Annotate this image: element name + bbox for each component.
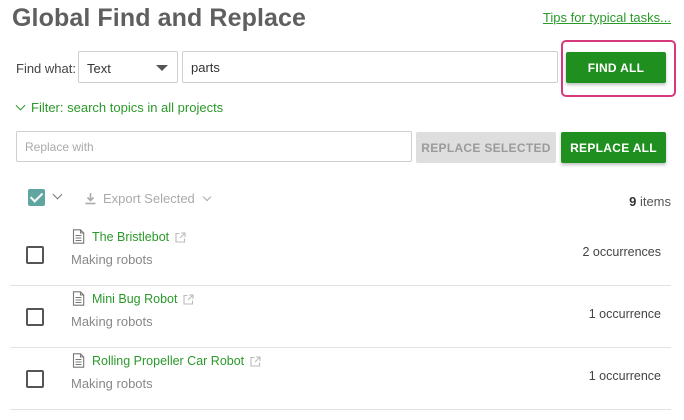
external-link-icon xyxy=(250,355,261,367)
caret-down-icon xyxy=(156,65,168,71)
document-icon xyxy=(72,229,85,244)
occurrence-count: 1 occurrence xyxy=(588,307,661,321)
items-count: 9 items xyxy=(629,194,671,209)
project-name: Making robots xyxy=(71,376,153,391)
filter-toggle[interactable]: Filter: search topics in all projects xyxy=(15,100,224,115)
external-link-icon xyxy=(183,293,195,305)
find-all-button[interactable]: FIND ALL xyxy=(566,52,666,83)
project-name: Making robots xyxy=(71,252,153,267)
tips-link[interactable]: Tips for typical tasks... xyxy=(543,10,671,25)
export-selected-label: Export Selected xyxy=(103,191,195,206)
find-input[interactable] xyxy=(182,51,558,83)
topic-link[interactable]: Rolling Propeller Car Robot xyxy=(92,354,261,368)
filter-label: Filter: search topics in all projects xyxy=(31,100,224,115)
project-name: Making robots xyxy=(71,314,153,329)
topic-title: Rolling Propeller Car Robot xyxy=(92,354,245,368)
table-row: Rolling Propeller Car Robot Making robot… xyxy=(10,348,671,410)
search-type-value: Text xyxy=(87,61,111,76)
topic-title: The Bristlebot xyxy=(92,230,170,244)
chevron-down-icon xyxy=(15,100,26,111)
row-checkbox[interactable] xyxy=(26,246,44,264)
row-checkbox[interactable] xyxy=(26,308,44,326)
table-row: The Bristlebot Making robots 2 occurrenc… xyxy=(10,224,671,286)
select-all-checkbox[interactable] xyxy=(28,189,45,206)
topic-title: Mini Bug Robot xyxy=(92,292,178,306)
items-count-suffix: items xyxy=(636,194,671,209)
search-type-select[interactable]: Text xyxy=(78,51,178,83)
document-icon xyxy=(72,291,85,306)
chevron-down-icon xyxy=(202,192,212,201)
occurrence-count: 2 occurrences xyxy=(582,245,661,259)
external-link-icon xyxy=(175,231,186,243)
row-checkbox[interactable] xyxy=(26,370,44,388)
topic-link[interactable]: The Bristlebot xyxy=(92,230,186,244)
occurrence-count: 1 occurrence xyxy=(588,369,661,383)
document-icon xyxy=(72,353,85,368)
replace-input[interactable] xyxy=(16,131,412,162)
replace-selected-button[interactable]: REPLACE SELECTED xyxy=(416,132,556,163)
page-title: Global Find and Replace xyxy=(12,4,307,32)
export-selected-button[interactable]: Export Selected xyxy=(84,191,212,206)
select-menu-chevron-icon[interactable] xyxy=(52,189,63,200)
replace-all-button[interactable]: REPLACE ALL xyxy=(561,132,666,163)
topic-link[interactable]: Mini Bug Robot xyxy=(92,292,195,306)
find-what-label: Find what: xyxy=(16,61,76,76)
download-icon xyxy=(84,192,97,205)
table-row: Mini Bug Robot Making robots 1 occurrenc… xyxy=(10,286,671,348)
